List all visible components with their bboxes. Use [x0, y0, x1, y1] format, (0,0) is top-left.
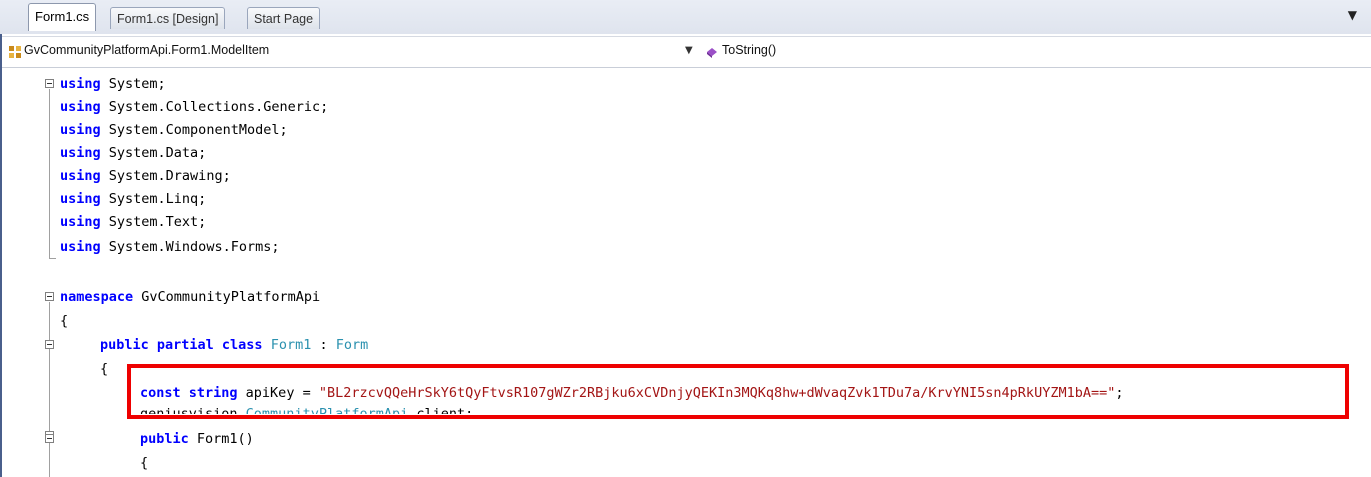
- keyword: using: [60, 145, 101, 161]
- code-line: using System;: [60, 73, 166, 96]
- type-selector[interactable]: GvCommunityPlatformApi.Form1.ModelItem: [24, 43, 269, 57]
- keyword: using: [60, 122, 101, 138]
- namespace-text: System.Windows.Forms;: [108, 239, 280, 255]
- type-selector-dropdown-icon[interactable]: ▼: [685, 45, 693, 56]
- collapse-namespace-icon[interactable]: [45, 292, 54, 301]
- tab-form1-cs[interactable]: Form1.cs: [28, 3, 97, 31]
- keyword: using: [60, 99, 101, 115]
- keyword: public partial class: [100, 337, 263, 353]
- outline-guide: [49, 89, 50, 259]
- code-line: public partial class Form1 : Form: [100, 334, 368, 357]
- brace: {: [140, 455, 149, 471]
- document-tab-strip: Form1.cs Form1.cs [Design] Start Page ▼: [0, 0, 1371, 34]
- tab-list-dropdown-icon[interactable]: ▼: [1348, 8, 1357, 22]
- collapse-ctor-icon[interactable]: [45, 434, 54, 443]
- keyword: using: [60, 168, 101, 184]
- namespace-text: System.Data;: [108, 145, 207, 161]
- code-line: using System.Data;: [60, 142, 206, 165]
- keyword: using: [60, 76, 101, 92]
- namespace-text: System.ComponentModel;: [108, 122, 288, 138]
- namespace-text: System.Drawing;: [108, 168, 231, 184]
- keyword: using: [60, 214, 101, 230]
- colon: :: [311, 337, 336, 353]
- code-line: using System.Windows.Forms;: [60, 236, 279, 259]
- namespace-text: System.Linq;: [108, 191, 207, 207]
- outline-guide-namespace: [49, 302, 50, 477]
- collapse-class-icon[interactable]: [45, 340, 54, 349]
- keyword: namespace: [60, 289, 134, 305]
- brace: {: [60, 313, 69, 329]
- base-class-name: Form: [335, 337, 369, 353]
- code-line: using System.Drawing;: [60, 165, 231, 188]
- namespace-text: System.Text;: [108, 214, 207, 230]
- code-line: {: [100, 358, 108, 381]
- namespace-text: System;: [108, 76, 166, 92]
- member-selector[interactable]: ToString(): [722, 43, 776, 57]
- keyword: public: [140, 431, 189, 447]
- class-name: Form1: [270, 337, 312, 353]
- namespace-text: System.Collections.Generic;: [108, 99, 329, 115]
- code-line: public Form1(): [140, 428, 254, 451]
- namespace-name: GvCommunityPlatformApi: [141, 289, 321, 305]
- outline-guide-end: [49, 258, 56, 259]
- code-line: using System.ComponentModel;: [60, 119, 288, 142]
- code-line: {: [140, 452, 148, 475]
- brace: {: [100, 361, 109, 377]
- collapse-using-icon[interactable]: [45, 79, 54, 88]
- code-navigation-bar: GvCommunityPlatformApi.Form1.ModelItem ▼…: [2, 36, 1371, 68]
- class-icon: [9, 46, 21, 58]
- code-line: using System.Text;: [60, 211, 206, 234]
- tab-form1-design[interactable]: Form1.cs [Design]: [110, 7, 226, 29]
- constructor-name: Form1(): [188, 431, 254, 447]
- code-line: namespace GvCommunityPlatformApi: [60, 286, 320, 309]
- keyword: using: [60, 191, 101, 207]
- method-icon: [707, 48, 717, 58]
- keyword: using: [60, 239, 101, 255]
- tab-start-page[interactable]: Start Page: [247, 7, 321, 29]
- code-line: {: [60, 310, 68, 333]
- api-key-highlight-box: [127, 364, 1349, 419]
- code-line: using System.Linq;: [60, 188, 206, 211]
- code-line: using System.Collections.Generic;: [60, 96, 328, 119]
